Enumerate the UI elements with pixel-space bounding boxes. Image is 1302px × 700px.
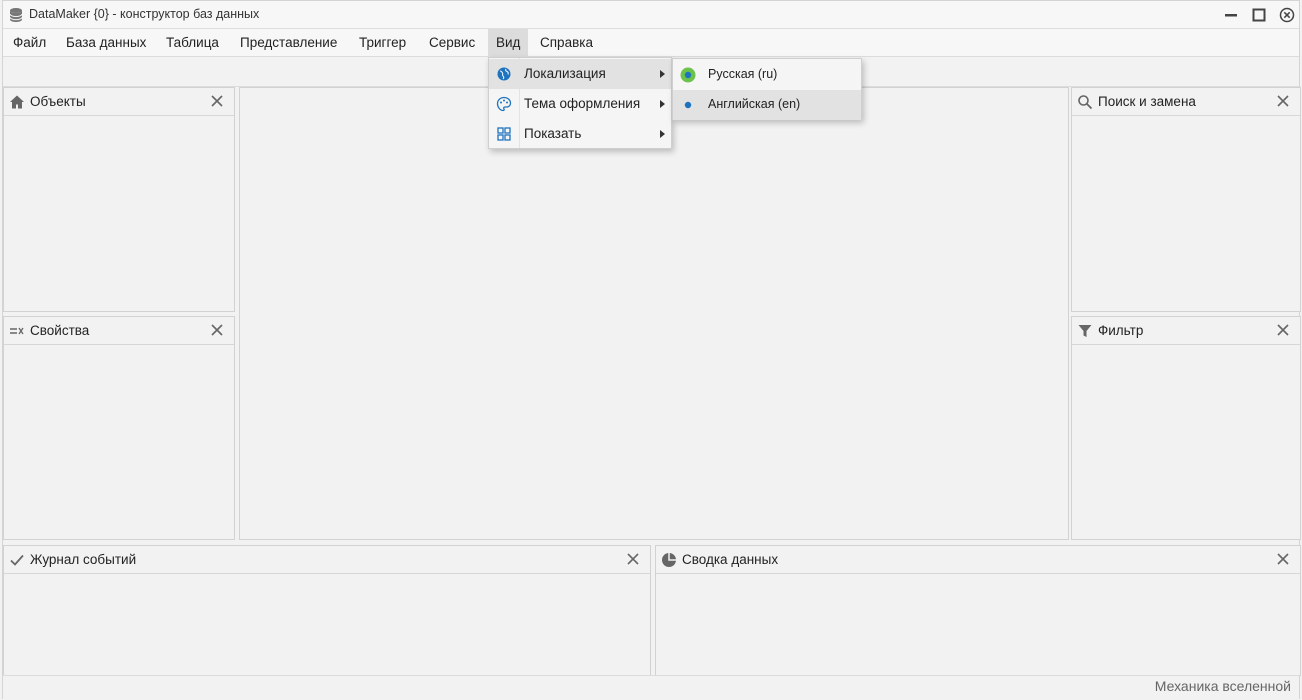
summary-panel-title: Сводка данных: [682, 552, 779, 567]
localization-submenu: Русская (ru) Английская (en): [672, 58, 862, 120]
log-panel-title: Журнал событий: [30, 552, 137, 567]
close-icon[interactable]: [210, 94, 224, 108]
maximize-button[interactable]: [1249, 5, 1269, 25]
menu-view[interactable]: Вид: [488, 29, 529, 56]
workspace-area[interactable]: [239, 87, 1069, 540]
radio-unselected-icon: [684, 101, 692, 109]
menu-item-localization[interactable]: Локализация: [489, 59, 671, 89]
close-icon[interactable]: [626, 552, 640, 566]
menu-view-object[interactable]: Представление: [232, 29, 345, 56]
objects-panel: Объекты: [3, 87, 235, 312]
search-panel-header: Поиск и замена: [1072, 88, 1300, 116]
close-circle-icon: [1279, 7, 1295, 23]
status-text: Механика вселенной: [1154, 678, 1291, 694]
summary-panel-header: Сводка данных: [656, 546, 1300, 574]
properties-panel-header: Свойства: [4, 317, 234, 345]
filter-icon: [1078, 325, 1092, 337]
minimize-button[interactable]: [1221, 5, 1241, 25]
close-window-button[interactable]: [1277, 5, 1297, 25]
menu-file[interactable]: Файл: [5, 29, 54, 56]
log-panel: Журнал событий: [3, 545, 651, 676]
check-icon: [10, 554, 24, 566]
menu-item-language-en[interactable]: Английская (en): [673, 90, 861, 120]
palette-icon: [496, 96, 512, 112]
log-panel-header: Журнал событий: [4, 546, 650, 574]
filter-panel-title: Фильтр: [1098, 323, 1144, 338]
title-bar: DataMaker {0} - конструктор баз данных: [3, 1, 1299, 29]
menu-bar: Файл База данных Таблица Представление Т…: [3, 29, 1299, 57]
submenu-arrow-icon: [660, 70, 665, 78]
menu-item-label: Русская (ru): [708, 67, 778, 81]
menu-item-language-ru[interactable]: Русская (ru): [673, 60, 861, 90]
menu-item-label: Локализация: [524, 66, 606, 81]
menu-item-label: Показать: [524, 126, 582, 141]
menu-item-label: Тема оформления: [524, 96, 641, 111]
close-icon[interactable]: [1276, 323, 1290, 337]
menu-service[interactable]: Сервис: [421, 29, 483, 56]
grid-icon: [497, 127, 511, 141]
maximize-icon: [1252, 8, 1266, 22]
search-icon: [1078, 95, 1093, 110]
menu-item-label: Английская (en): [708, 97, 801, 111]
menu-database[interactable]: База данных: [58, 29, 154, 56]
properties-panel: Свойства: [3, 316, 235, 540]
menu-item-theme[interactable]: Тема оформления: [489, 89, 671, 119]
close-icon[interactable]: [1276, 552, 1290, 566]
status-bar: Механика вселенной: [3, 675, 1299, 699]
summary-panel: Сводка данных: [655, 545, 1301, 676]
search-panel: Поиск и замена: [1071, 87, 1301, 312]
close-icon[interactable]: [1276, 94, 1290, 108]
pie-chart-icon: [662, 553, 676, 567]
objects-panel-header: Объекты: [4, 88, 234, 116]
minimize-icon: [1225, 14, 1237, 17]
menu-trigger[interactable]: Триггер: [351, 29, 414, 56]
radio-selected-icon: [680, 67, 696, 83]
menu-table[interactable]: Таблица: [158, 29, 227, 56]
view-dropdown-menu: Локализация Тема оформления Показать: [488, 57, 672, 149]
app-window: DataMaker {0} - конструктор баз данных Ф…: [2, 0, 1301, 699]
globe-icon: [497, 67, 511, 81]
database-icon: [9, 8, 23, 22]
window-title: DataMaker {0} - конструктор баз данных: [29, 7, 260, 21]
home-icon: [10, 95, 24, 109]
menu-help[interactable]: Справка: [532, 29, 601, 56]
search-panel-title: Поиск и замена: [1098, 94, 1196, 109]
menu-item-show[interactable]: Показать: [489, 119, 671, 149]
properties-panel-title: Свойства: [30, 323, 90, 338]
properties-list-icon: [10, 327, 24, 335]
filter-panel: Фильтр: [1071, 316, 1301, 540]
objects-panel-title: Объекты: [30, 94, 86, 109]
submenu-arrow-icon: [660, 100, 665, 108]
close-icon[interactable]: [210, 323, 224, 337]
submenu-arrow-icon: [660, 130, 665, 138]
filter-panel-header: Фильтр: [1072, 317, 1300, 345]
